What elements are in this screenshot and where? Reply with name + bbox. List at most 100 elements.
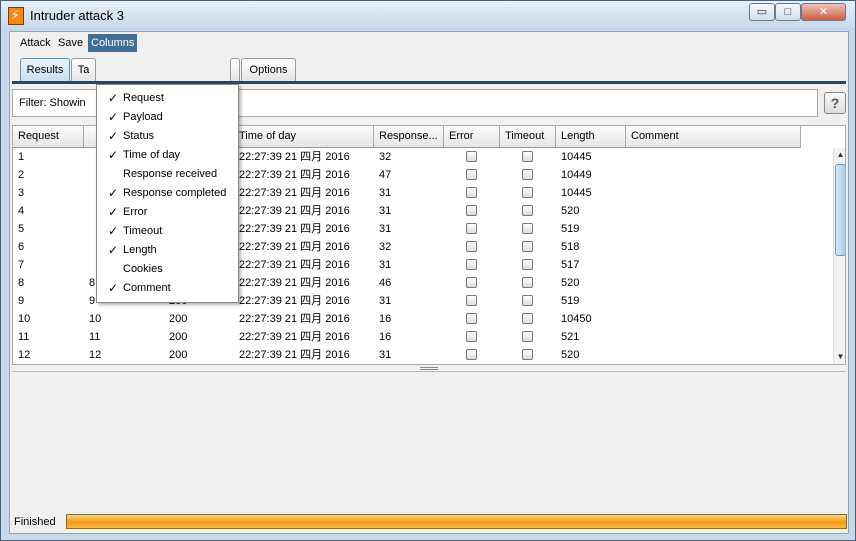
- timeout-checkbox[interactable]: [522, 259, 533, 270]
- error-checkbox[interactable]: [466, 187, 477, 198]
- window-client: Attack Save Columns Results Ta Options F…: [9, 31, 849, 534]
- error-checkbox[interactable]: [466, 331, 477, 342]
- checkmark-icon: ✓: [108, 281, 119, 295]
- checkmark-icon: ✓: [108, 91, 119, 105]
- error-checkbox[interactable]: [466, 151, 477, 162]
- column-header-timeout[interactable]: Timeout: [500, 126, 556, 147]
- minimize-button[interactable]: ▭: [749, 3, 775, 21]
- columns-menu-item-status[interactable]: ✓ Status: [97, 127, 238, 146]
- error-checkbox[interactable]: [466, 349, 477, 360]
- timeout-checkbox[interactable]: [522, 169, 533, 180]
- scroll-down-icon[interactable]: ▼: [834, 350, 845, 364]
- error-checkbox[interactable]: [466, 259, 477, 270]
- columns-menu-label: Status: [123, 130, 155, 142]
- status-text: Finished: [14, 516, 56, 528]
- error-checkbox[interactable]: [466, 205, 477, 216]
- error-checkbox[interactable]: [466, 241, 477, 252]
- timeout-checkbox[interactable]: [522, 349, 533, 360]
- columns-menu-item-request[interactable]: ✓ Request: [97, 89, 238, 108]
- timeout-checkbox[interactable]: [522, 223, 533, 234]
- cell-response: 31: [379, 187, 392, 199]
- error-checkbox[interactable]: [466, 223, 477, 234]
- vertical-scrollbar[interactable]: ▲ ▼: [833, 148, 845, 364]
- tab-hidden[interactable]: [230, 58, 240, 83]
- column-header-comment[interactable]: Comment: [626, 126, 801, 147]
- cell-length: 10450: [561, 313, 592, 325]
- timeout-checkbox[interactable]: [522, 241, 533, 252]
- columns-menu-item-timeout[interactable]: ✓ Timeout: [97, 222, 238, 241]
- cell-time: 22:27:39 21 四月 2016: [239, 259, 350, 271]
- checkmark-icon: ✓: [108, 129, 119, 143]
- menu-columns[interactable]: Columns: [88, 34, 138, 52]
- cell-status: 200: [169, 313, 188, 325]
- cell-time: 22:27:39 21 四月 2016: [239, 151, 350, 163]
- timeout-checkbox[interactable]: [522, 277, 533, 288]
- cell-response: 32: [379, 151, 392, 163]
- error-checkbox[interactable]: [466, 313, 477, 324]
- close-button[interactable]: ✕: [801, 3, 846, 21]
- cell-response: 31: [379, 223, 392, 235]
- cell-length: 10449: [561, 169, 592, 181]
- columns-menu-item-cookies[interactable]: Cookies: [97, 260, 238, 279]
- columns-menu-label: Timeout: [123, 225, 163, 237]
- panel-splitter[interactable]: [420, 367, 438, 370]
- tab-options[interactable]: Options: [241, 58, 296, 83]
- timeout-checkbox[interactable]: [522, 151, 533, 162]
- error-checkbox[interactable]: [466, 277, 477, 288]
- tab-results[interactable]: Results: [20, 58, 70, 83]
- columns-menu-label: Payload: [123, 111, 163, 123]
- maximize-button[interactable]: □: [775, 3, 801, 21]
- checkmark-icon: ✓: [108, 224, 119, 238]
- scroll-up-icon[interactable]: ▲: [834, 148, 845, 162]
- scroll-thumb[interactable]: [835, 164, 845, 256]
- cell-length: 10445: [561, 151, 592, 163]
- columns-menu-label: Error: [123, 206, 148, 218]
- window-title: Intruder attack 3: [30, 8, 124, 23]
- columns-menu-item-error[interactable]: ✓ Error: [97, 203, 238, 222]
- checkmark-icon: ✓: [108, 110, 119, 124]
- table-row[interactable]: 11 11 200 22:27:39 21 四月 2016 16 521: [13, 328, 833, 346]
- columns-menu-item-time-of-day[interactable]: ✓ Time of day: [97, 146, 238, 165]
- timeout-checkbox[interactable]: [522, 295, 533, 306]
- tab-target[interactable]: Ta: [71, 58, 96, 83]
- columns-menu-label: Cookies: [123, 263, 163, 275]
- help-button[interactable]: ?: [824, 92, 846, 114]
- columns-menu-item-length[interactable]: ✓ Length: [97, 241, 238, 260]
- cell-time: 22:27:39 21 四月 2016: [239, 187, 350, 199]
- menu-save[interactable]: Save: [55, 34, 86, 52]
- cell-time: 22:27:39 21 四月 2016: [239, 169, 350, 181]
- timeout-checkbox[interactable]: [522, 331, 533, 342]
- cell-request: 8: [18, 277, 25, 289]
- cell-time: 22:27:39 21 四月 2016: [239, 295, 350, 307]
- title-bar[interactable]: Intruder attack 3 ▭ □ ✕: [1, 1, 855, 31]
- error-checkbox[interactable]: [466, 295, 477, 306]
- columns-menu-item-payload[interactable]: ✓ Payload: [97, 108, 238, 127]
- timeout-checkbox[interactable]: [522, 205, 533, 216]
- cell-payload: 8: [89, 277, 96, 289]
- column-header-length[interactable]: Length: [556, 126, 626, 147]
- cell-payload: [84, 220, 89, 238]
- close-icon: ✕: [818, 6, 829, 18]
- column-header-request[interactable]: Request: [13, 126, 84, 147]
- cell-payload: [84, 166, 89, 184]
- table-row[interactable]: 10 10 200 22:27:39 21 四月 2016 16 10450: [13, 310, 833, 328]
- cell-time: 22:27:39 21 四月 2016: [239, 223, 350, 235]
- timeout-checkbox[interactable]: [522, 187, 533, 198]
- column-header-response[interactable]: Response...: [374, 126, 444, 147]
- columns-menu-item-response-completed[interactable]: ✓ Response completed: [97, 184, 238, 203]
- cell-time: 22:27:39 21 四月 2016: [239, 331, 350, 343]
- menu-bar: Attack Save Columns: [10, 32, 848, 54]
- cell-response: 31: [379, 295, 392, 307]
- columns-menu-item-response-received[interactable]: Response received: [97, 165, 238, 184]
- timeout-checkbox[interactable]: [522, 313, 533, 324]
- error-checkbox[interactable]: [466, 169, 477, 180]
- columns-menu-item-comment[interactable]: ✓ Comment: [97, 279, 238, 298]
- cell-length: 519: [561, 295, 580, 307]
- cell-request: 10: [18, 313, 31, 325]
- cell-time: 22:27:39 21 四月 2016: [239, 313, 350, 325]
- column-header-error[interactable]: Error: [444, 126, 500, 147]
- column-header-time-of-day[interactable]: Time of day: [234, 126, 374, 147]
- cell-length: 518: [561, 241, 580, 253]
- table-row[interactable]: 12 12 200 22:27:39 21 四月 2016 31 520: [13, 346, 833, 364]
- menu-attack[interactable]: Attack: [17, 34, 54, 52]
